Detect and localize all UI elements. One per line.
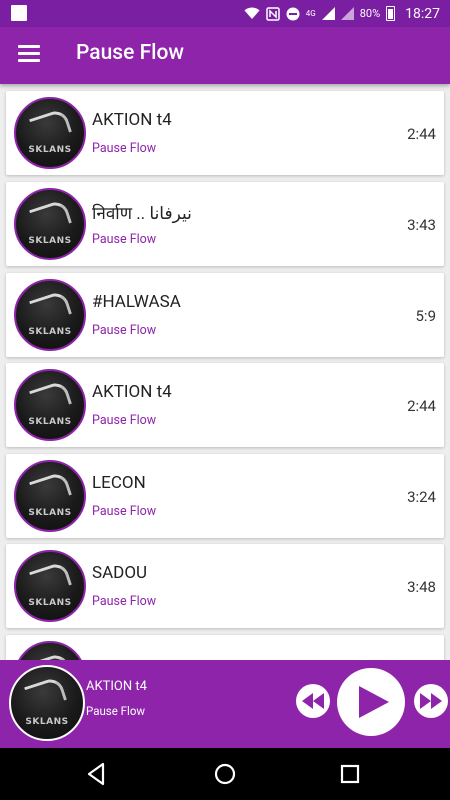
track-list-item[interactable] — [6, 635, 444, 660]
rewind-icon — [302, 693, 324, 709]
track-duration: 3:43 — [407, 216, 436, 234]
track-artist: Pause Flow — [92, 413, 157, 428]
now-playing-artist: Pause Flow — [86, 704, 146, 718]
page-title: Pause Flow — [76, 41, 184, 65]
track-artist: Pause Flow — [92, 141, 157, 156]
recents-icon[interactable] — [336, 760, 364, 788]
track-list-item[interactable]: SKLANS AKTION t4 Pause Flow 2:44 — [6, 91, 444, 175]
signal-2-icon — [340, 7, 354, 20]
track-title: AKTION t4 — [92, 382, 172, 402]
track-duration: 2:44 — [407, 397, 436, 415]
track-title: AKTION t4 — [92, 110, 172, 130]
status-icons: 4G 80% 18:27 — [244, 0, 440, 27]
album-art: SKLANS — [14, 460, 86, 532]
clock: 18:27 — [405, 5, 440, 22]
track-duration: 3:48 — [407, 578, 436, 596]
album-art: SKLANS — [14, 279, 86, 351]
track-title: LECON — [92, 473, 146, 493]
battery-icon — [386, 6, 396, 21]
album-art: SKLANS — [14, 97, 86, 169]
track-artist: Pause Flow — [92, 232, 157, 247]
album-art: SKLANS — [14, 188, 86, 260]
track-list-item[interactable]: SKLANS AKTION t4 Pause Flow 2:44 — [6, 363, 444, 447]
now-playing-album-art: SKLANS — [9, 665, 85, 741]
track-list[interactable]: SKLANS AKTION t4 Pause Flow 2:44 SKLANS … — [0, 84, 450, 660]
network-type-label: 4G — [305, 9, 316, 18]
nfc-icon — [266, 6, 280, 21]
play-button[interactable] — [337, 668, 405, 736]
status-bar: 4G 80% 18:27 — [0, 0, 450, 27]
track-list-item[interactable]: SKLANS LECON Pause Flow 3:24 — [6, 454, 444, 538]
track-title: निर्वाण .. نيرفانا — [92, 204, 192, 224]
system-navigation-bar — [0, 748, 450, 800]
album-art — [14, 641, 86, 660]
app-bar: Pause Flow — [0, 27, 450, 84]
track-title: SADOU — [92, 563, 148, 583]
track-duration: 2:44 — [407, 125, 436, 143]
now-playing-title: AKTION t4 — [86, 679, 147, 694]
play-icon — [358, 686, 389, 718]
album-art: SKLANS — [14, 369, 86, 441]
track-list-item[interactable]: SKLANS #HALWASA Pause Flow 5:9 — [6, 273, 444, 357]
track-title: #HALWASA — [92, 292, 181, 312]
track-artist: Pause Flow — [92, 594, 157, 609]
fast-forward-icon — [420, 693, 442, 709]
track-artist: Pause Flow — [92, 504, 157, 519]
album-art: SKLANS — [14, 550, 86, 622]
hamburger-menu-icon[interactable] — [18, 45, 40, 63]
signal-icon — [321, 7, 335, 20]
previous-button[interactable] — [296, 684, 330, 718]
next-button[interactable] — [414, 684, 448, 718]
now-playing-bar[interactable]: SKLANS AKTION t4 Pause Flow — [0, 660, 450, 748]
back-icon[interactable] — [82, 760, 110, 788]
battery-percent: 80% — [359, 7, 381, 20]
track-artist: Pause Flow — [92, 323, 157, 338]
home-icon[interactable] — [211, 760, 239, 788]
track-list-item[interactable]: SKLANS निर्वाण .. نيرفانا Pause Flow 3:4… — [6, 182, 444, 266]
track-duration: 3:24 — [407, 488, 436, 506]
track-list-item[interactable]: SKLANS SADOU Pause Flow 3:48 — [6, 544, 444, 628]
do-not-disturb-icon — [286, 7, 300, 20]
notification-icon — [11, 5, 27, 21]
track-duration: 5:9 — [415, 307, 437, 325]
wifi-icon — [244, 7, 260, 19]
